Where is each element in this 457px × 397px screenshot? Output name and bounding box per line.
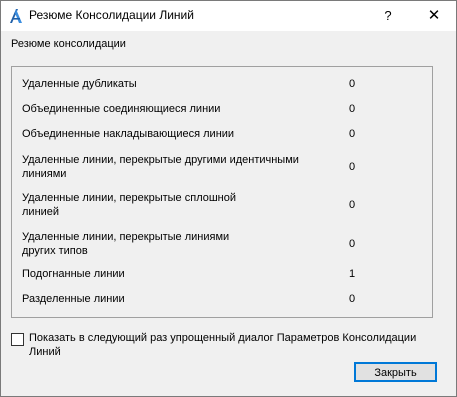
summary-row-value: 0 <box>349 293 356 305</box>
archicad-app-icon <box>8 8 24 24</box>
summary-row-label: Объединенные соединяющиеся линии <box>22 103 221 115</box>
summary-row-value: 0 <box>349 78 356 90</box>
help-button[interactable]: ? <box>373 1 403 31</box>
show-simplified-dialog-checkbox[interactable] <box>11 333 24 346</box>
summary-row-label: Удаленные линии, перекрытые сплошной лин… <box>22 192 237 218</box>
summary-row-value: 0 <box>349 238 356 250</box>
summary-row-value: 0 <box>349 128 356 140</box>
summary-row-label: Разделенные линии <box>22 293 125 305</box>
summary-row-label: Удаленные линии, перекрытые другими иден… <box>22 154 299 180</box>
summary-row-label: Подогнанные линии <box>22 268 125 280</box>
summary-row-label: Объединенные накладывающиеся линии <box>22 128 235 140</box>
summary-row-value: 0 <box>349 199 356 211</box>
close-button[interactable]: Закрыть <box>354 362 437 382</box>
summary-row-label: Удаленные дубликаты <box>22 78 137 90</box>
window-title: Резюме Консолидации Линий <box>29 8 194 22</box>
title-bar: Резюме Консолидации Линий ? ✕ <box>1 1 456 31</box>
close-icon: ✕ <box>427 7 441 24</box>
summary-row-value: 0 <box>349 103 356 115</box>
summary-caption: Резюме консолидации <box>11 38 126 50</box>
dialog-window: Резюме Консолидации Линий ? ✕ Резюме кон… <box>0 0 457 397</box>
summary-row-value: 1 <box>349 268 356 280</box>
summary-row-value: 0 <box>349 161 356 173</box>
close-window-button[interactable]: ✕ <box>417 1 451 31</box>
summary-panel: Удаленные дубликаты 0 Объединенные соеди… <box>11 66 433 318</box>
summary-row-label: Удаленные линии, перекрытые линиями друг… <box>22 231 230 257</box>
show-simplified-dialog-label[interactable]: Показать в следующий раз упрощенный диал… <box>29 331 449 359</box>
